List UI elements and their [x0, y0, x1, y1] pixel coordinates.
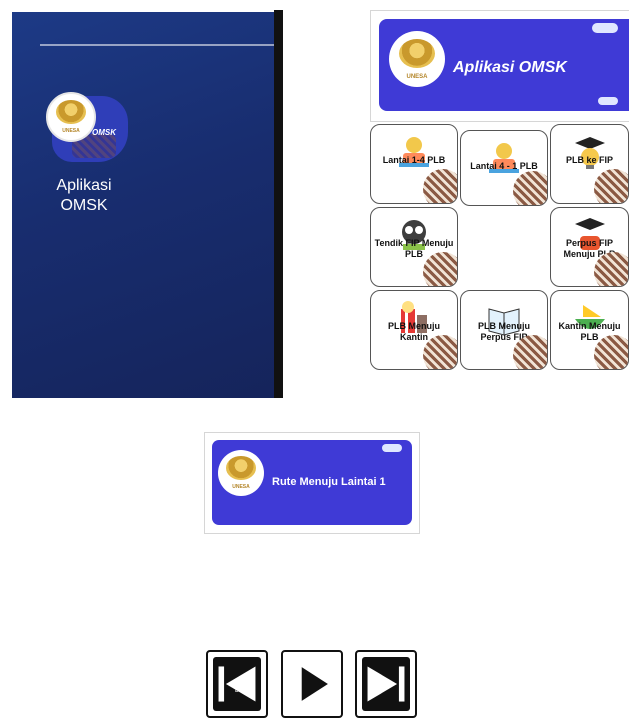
route-header-card: UNESA Rute Menuju Laintai 1 [204, 432, 420, 534]
menu-tile[interactable]: Perpus FIP Menuju PLB [550, 207, 629, 287]
cloud-icon [598, 97, 618, 105]
menu-tile[interactable]: PLB ke FIP [550, 124, 629, 204]
phone-home-screen: UNESA OMSK Aplikasi OMSK [12, 12, 276, 398]
cloud-balloon-icon [592, 23, 618, 33]
search-bar-underline [40, 44, 276, 46]
screen-divider [274, 10, 283, 398]
batik-pattern-icon [513, 335, 547, 369]
route-title: Rute Menuju Laintai 1 [272, 476, 386, 488]
menu-tile[interactable]: Lantai 1-4 PLB [370, 124, 458, 204]
omsk-app-icon[interactable]: UNESA OMSK [46, 92, 132, 166]
menu-tile[interactable]: PLB Menuju Perpus FIP [460, 290, 548, 370]
skip-back-button[interactable]: bali [206, 650, 268, 718]
skip-forward-icon [367, 666, 405, 702]
app-header-banner: UNESA Aplikasi OMSK [379, 19, 629, 111]
batik-pattern-icon [594, 169, 628, 203]
skip-back-icon [218, 666, 256, 702]
menu-tile[interactable]: PLB Menuju Kantin [370, 290, 458, 370]
menu-tile[interactable]: Lantai 4 - 1 PLB [460, 130, 548, 206]
unesa-logo-icon: UNESA [389, 31, 445, 87]
batik-pattern-icon [423, 335, 457, 369]
unesa-logo-icon: UNESA [46, 92, 96, 142]
app-icon-brand: OMSK [92, 128, 116, 137]
menu-tile-label: PLB ke FIP [565, 155, 613, 165]
batik-pattern-icon [423, 252, 457, 286]
menu-tile[interactable]: Kantin Menuju PLB [550, 290, 629, 370]
route-header-banner: UNESA Rute Menuju Laintai 1 [212, 440, 412, 525]
unesa-logo-icon: UNESA [218, 450, 264, 496]
menu-tile-label: Lantai 1-4 PLB [382, 155, 446, 165]
batik-pattern-icon [423, 169, 457, 203]
app-title: Aplikasi OMSK [453, 59, 567, 76]
play-icon [301, 667, 328, 701]
batik-pattern-icon [594, 252, 628, 286]
back-label: bali [235, 687, 246, 694]
cloud-balloon-icon [382, 444, 402, 452]
batik-pattern-icon [513, 171, 547, 205]
skip-forward-button[interactable] [355, 650, 417, 718]
batik-pattern-icon [594, 335, 628, 369]
play-button[interactable] [281, 650, 343, 718]
app-icon-label[interactable]: Aplikasi OMSK [34, 176, 134, 216]
menu-tile[interactable]: Tendik FIP Menuju PLB [370, 207, 458, 287]
app-header-card: UNESA Aplikasi OMSK [370, 10, 629, 122]
